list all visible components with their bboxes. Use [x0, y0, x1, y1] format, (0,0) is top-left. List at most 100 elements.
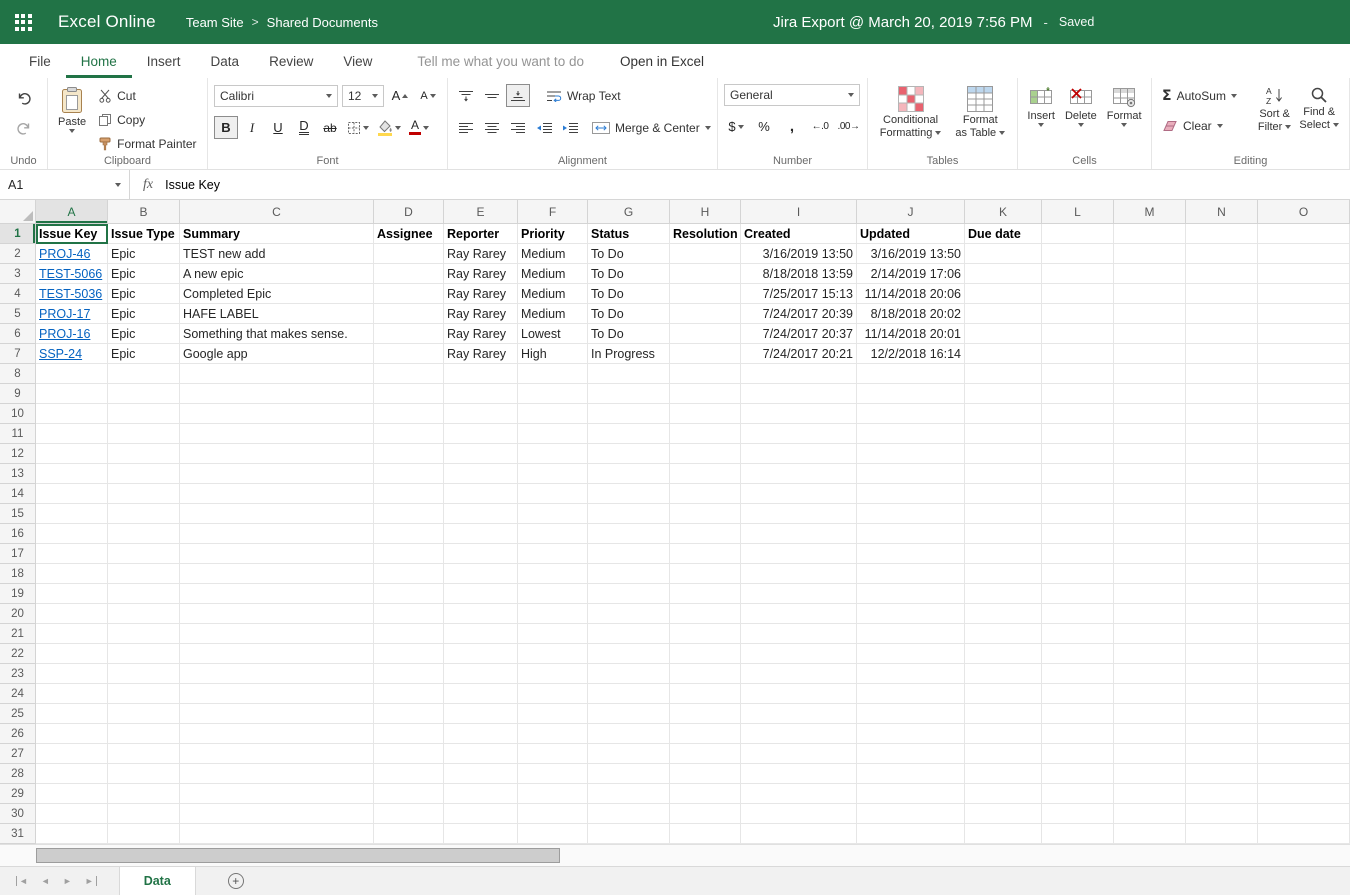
cell-O12[interactable]: [1258, 444, 1350, 464]
cell-G3[interactable]: To Do: [588, 264, 670, 284]
open-in-excel-button[interactable]: Open in Excel: [620, 44, 704, 78]
cell-C26[interactable]: [180, 724, 374, 744]
cell-O31[interactable]: [1258, 824, 1350, 844]
cell-K17[interactable]: [965, 544, 1042, 564]
cell-K21[interactable]: [965, 624, 1042, 644]
increase-indent-button[interactable]: [558, 116, 582, 139]
cell-B14[interactable]: [108, 484, 180, 504]
row-header-13[interactable]: 13: [0, 464, 36, 484]
font-size-select[interactable]: 12: [342, 85, 384, 107]
paste-button[interactable]: Paste: [54, 84, 90, 155]
cell-J31[interactable]: [857, 824, 965, 844]
cell-M5[interactable]: [1114, 304, 1186, 324]
cell-L30[interactable]: [1042, 804, 1114, 824]
cell-C30[interactable]: [180, 804, 374, 824]
cell-E11[interactable]: [444, 424, 518, 444]
cell-H1[interactable]: Resolution: [670, 224, 741, 244]
cell-N14[interactable]: [1186, 484, 1258, 504]
cell-B26[interactable]: [108, 724, 180, 744]
cell-N28[interactable]: [1186, 764, 1258, 784]
cell-J6[interactable]: 11/14/2018 20:01: [857, 324, 965, 344]
cell-A3[interactable]: TEST-5066: [36, 264, 108, 284]
column-header-D[interactable]: D: [374, 200, 444, 224]
row-header-19[interactable]: 19: [0, 584, 36, 604]
cell-O25[interactable]: [1258, 704, 1350, 724]
grow-font-button[interactable]: A: [388, 84, 412, 107]
cell-D21[interactable]: [374, 624, 444, 644]
cell-E6[interactable]: Ray Rarey: [444, 324, 518, 344]
cell-M28[interactable]: [1114, 764, 1186, 784]
cell-L23[interactable]: [1042, 664, 1114, 684]
cell-D12[interactable]: [374, 444, 444, 464]
cell-A30[interactable]: [36, 804, 108, 824]
cell-M25[interactable]: [1114, 704, 1186, 724]
tab-insert[interactable]: Insert: [132, 44, 196, 78]
cell-B1[interactable]: Issue Type: [108, 224, 180, 244]
cell-M18[interactable]: [1114, 564, 1186, 584]
cell-B16[interactable]: [108, 524, 180, 544]
row-header-24[interactable]: 24: [0, 684, 36, 704]
cell-N17[interactable]: [1186, 544, 1258, 564]
cell-M14[interactable]: [1114, 484, 1186, 504]
cell-N6[interactable]: [1186, 324, 1258, 344]
cell-K13[interactable]: [965, 464, 1042, 484]
cell-E16[interactable]: [444, 524, 518, 544]
cell-E28[interactable]: [444, 764, 518, 784]
cell-B24[interactable]: [108, 684, 180, 704]
cell-E10[interactable]: [444, 404, 518, 424]
cell-C21[interactable]: [180, 624, 374, 644]
cell-C25[interactable]: [180, 704, 374, 724]
cell-B23[interactable]: [108, 664, 180, 684]
cell-F28[interactable]: [518, 764, 588, 784]
cell-C29[interactable]: [180, 784, 374, 804]
cell-K6[interactable]: [965, 324, 1042, 344]
column-header-E[interactable]: E: [444, 200, 518, 224]
cell-I31[interactable]: [741, 824, 857, 844]
cell-D2[interactable]: [374, 244, 444, 264]
cell-M9[interactable]: [1114, 384, 1186, 404]
cell-F17[interactable]: [518, 544, 588, 564]
cell-A22[interactable]: [36, 644, 108, 664]
cell-C15[interactable]: [180, 504, 374, 524]
cell-J11[interactable]: [857, 424, 965, 444]
cell-I24[interactable]: [741, 684, 857, 704]
column-header-M[interactable]: M: [1114, 200, 1186, 224]
cell-K31[interactable]: [965, 824, 1042, 844]
cell-L13[interactable]: [1042, 464, 1114, 484]
cell-G16[interactable]: [588, 524, 670, 544]
cell-I25[interactable]: [741, 704, 857, 724]
cell-O9[interactable]: [1258, 384, 1350, 404]
cell-N20[interactable]: [1186, 604, 1258, 624]
cell-J28[interactable]: [857, 764, 965, 784]
cell-G7[interactable]: In Progress: [588, 344, 670, 364]
cell-K14[interactable]: [965, 484, 1042, 504]
cell-H19[interactable]: [670, 584, 741, 604]
align-middle-button[interactable]: [480, 84, 504, 107]
cell-E23[interactable]: [444, 664, 518, 684]
cell-J14[interactable]: [857, 484, 965, 504]
cell-B6[interactable]: Epic: [108, 324, 180, 344]
cell-M23[interactable]: [1114, 664, 1186, 684]
cell-B30[interactable]: [108, 804, 180, 824]
cell-E9[interactable]: [444, 384, 518, 404]
cell-C4[interactable]: Completed Epic: [180, 284, 374, 304]
cell-L24[interactable]: [1042, 684, 1114, 704]
cell-J4[interactable]: 11/14/2018 20:06: [857, 284, 965, 304]
cell-N15[interactable]: [1186, 504, 1258, 524]
cell-K30[interactable]: [965, 804, 1042, 824]
cell-C17[interactable]: [180, 544, 374, 564]
cell-E24[interactable]: [444, 684, 518, 704]
cell-F5[interactable]: Medium: [518, 304, 588, 324]
cell-N18[interactable]: [1186, 564, 1258, 584]
cell-E3[interactable]: Ray Rarey: [444, 264, 518, 284]
column-header-O[interactable]: O: [1258, 200, 1350, 224]
cell-L3[interactable]: [1042, 264, 1114, 284]
cell-C14[interactable]: [180, 484, 374, 504]
cell-N2[interactable]: [1186, 244, 1258, 264]
cell-G27[interactable]: [588, 744, 670, 764]
cell-H20[interactable]: [670, 604, 741, 624]
wrap-text-button[interactable]: Wrap Text: [542, 84, 625, 107]
cell-D18[interactable]: [374, 564, 444, 584]
cell-N5[interactable]: [1186, 304, 1258, 324]
cell-N21[interactable]: [1186, 624, 1258, 644]
